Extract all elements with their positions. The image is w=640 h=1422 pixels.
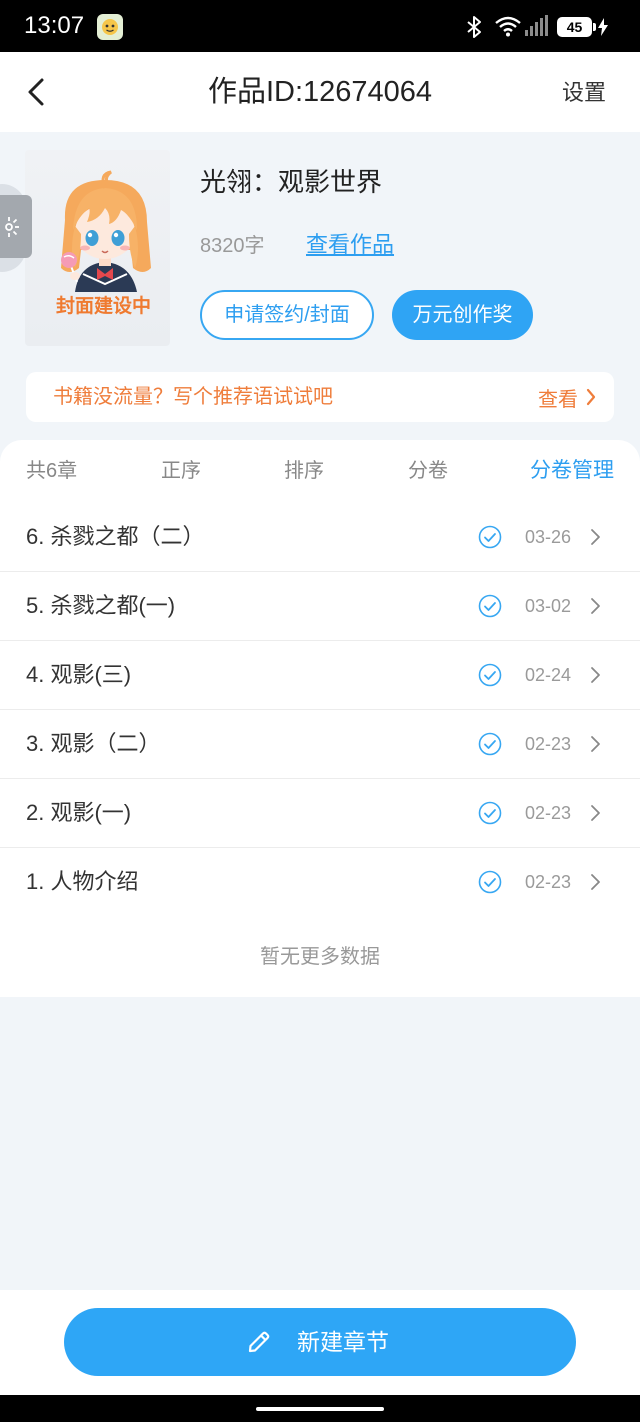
view-work-link[interactable]: 查看作品: [306, 230, 394, 260]
chevron-right-icon: [591, 529, 600, 545]
order-toggle[interactable]: 正序: [141, 456, 221, 486]
wifi-icon: [495, 16, 521, 37]
pencil-icon: [248, 1331, 270, 1353]
check-circle-icon: [478, 594, 502, 618]
side-float-button[interactable]: [0, 195, 32, 258]
chevron-right-icon: [591, 736, 600, 752]
book-cover[interactable]: 封面建设中: [25, 150, 170, 346]
volume-manage-button[interactable]: 分卷管理: [530, 456, 614, 486]
sort-button[interactable]: 排序: [264, 456, 344, 486]
chapter-date: 03-26: [525, 527, 572, 547]
chapter-title: 2. 观影(一): [26, 800, 132, 825]
volume-button[interactable]: 分卷: [388, 456, 468, 486]
charging-icon: [598, 18, 608, 36]
system-nav-bar: [0, 1395, 640, 1422]
chevron-right-icon: [591, 874, 600, 890]
check-circle-icon: [478, 525, 502, 549]
chapter-row[interactable]: 4. 观影(三) 02-24: [0, 641, 640, 710]
chapter-row[interactable]: 5. 杀戮之都(一) 03-02: [0, 572, 640, 641]
check-circle-icon: [478, 663, 502, 687]
home-indicator[interactable]: [256, 1407, 384, 1411]
battery-icon: 45: [557, 17, 592, 37]
chapter-title: 5. 杀戮之都(一): [26, 593, 176, 618]
recommend-banner[interactable]: 书籍没流量？写个推荐语试试吧 查看: [26, 372, 614, 422]
chapter-count: 共6章: [26, 460, 78, 482]
sparkle-icon: [5, 217, 19, 237]
check-circle-icon: [478, 870, 502, 894]
chapter-row[interactable]: 1. 人物介绍 02-23: [0, 848, 640, 917]
status-time: 13:07: [24, 12, 85, 39]
chapter-title: 1. 人物介绍: [26, 869, 139, 894]
check-circle-icon: [478, 801, 502, 825]
creation-award-button[interactable]: 万元创作奖: [392, 290, 533, 340]
check-circle-icon: [478, 732, 502, 756]
book-title: 光翎：观影世界: [200, 167, 383, 197]
chevron-right-icon: [591, 667, 600, 683]
chapter-row[interactable]: 6. 杀戮之都（二） 03-26: [0, 503, 640, 572]
app-notification-icon: [97, 14, 123, 40]
banner-view-label: 查看: [538, 388, 578, 411]
header: 作品ID:12674064 设置: [0, 52, 640, 132]
no-more-data-text: 暂无更多数据: [260, 946, 380, 968]
new-chapter-button[interactable]: 新建章节: [64, 1308, 576, 1376]
chapter-title: 4. 观影(三): [26, 662, 132, 687]
settings-button[interactable]: 设置: [562, 78, 606, 108]
bluetooth-icon: [467, 16, 481, 38]
chevron-right-icon: [586, 388, 596, 406]
footer-bar: 新建章节: [0, 1290, 640, 1395]
new-chapter-label: 新建章节: [297, 1329, 389, 1355]
banner-text: 书籍没流量？写个推荐语试试吧: [53, 386, 333, 408]
status-bar: 13:07 45: [0, 0, 640, 52]
battery-tip: [593, 23, 596, 31]
chapter-date: 02-23: [525, 803, 572, 823]
chapter-date: 03-02: [525, 596, 572, 616]
page-title: 作品ID:12674064: [207, 76, 433, 108]
chapter-date: 02-23: [525, 872, 572, 892]
chapter-title: 3. 观影（二）: [26, 731, 161, 756]
word-count: 8320字: [200, 235, 265, 257]
chevron-right-icon: [591, 598, 600, 614]
chapter-title: 6. 杀戮之都（二）: [26, 524, 205, 549]
apply-contract-button[interactable]: 申请签约/封面: [200, 290, 374, 340]
chapter-row[interactable]: 3. 观影（二） 02-23: [0, 710, 640, 779]
chapter-date: 02-24: [525, 665, 572, 685]
chapter-card: 共6章 正序 排序 分卷 分卷管理 6. 杀戮之都（二） 03-26 5. 杀戮…: [0, 440, 640, 997]
signal-icon: [525, 15, 548, 36]
cover-placeholder-text: 封面建设中: [55, 296, 151, 317]
banner-view-button[interactable]: 查看: [538, 372, 596, 422]
chapter-row[interactable]: 2. 观影(一) 02-23: [0, 779, 640, 848]
chapter-date: 02-23: [525, 734, 572, 754]
chevron-right-icon: [591, 805, 600, 821]
